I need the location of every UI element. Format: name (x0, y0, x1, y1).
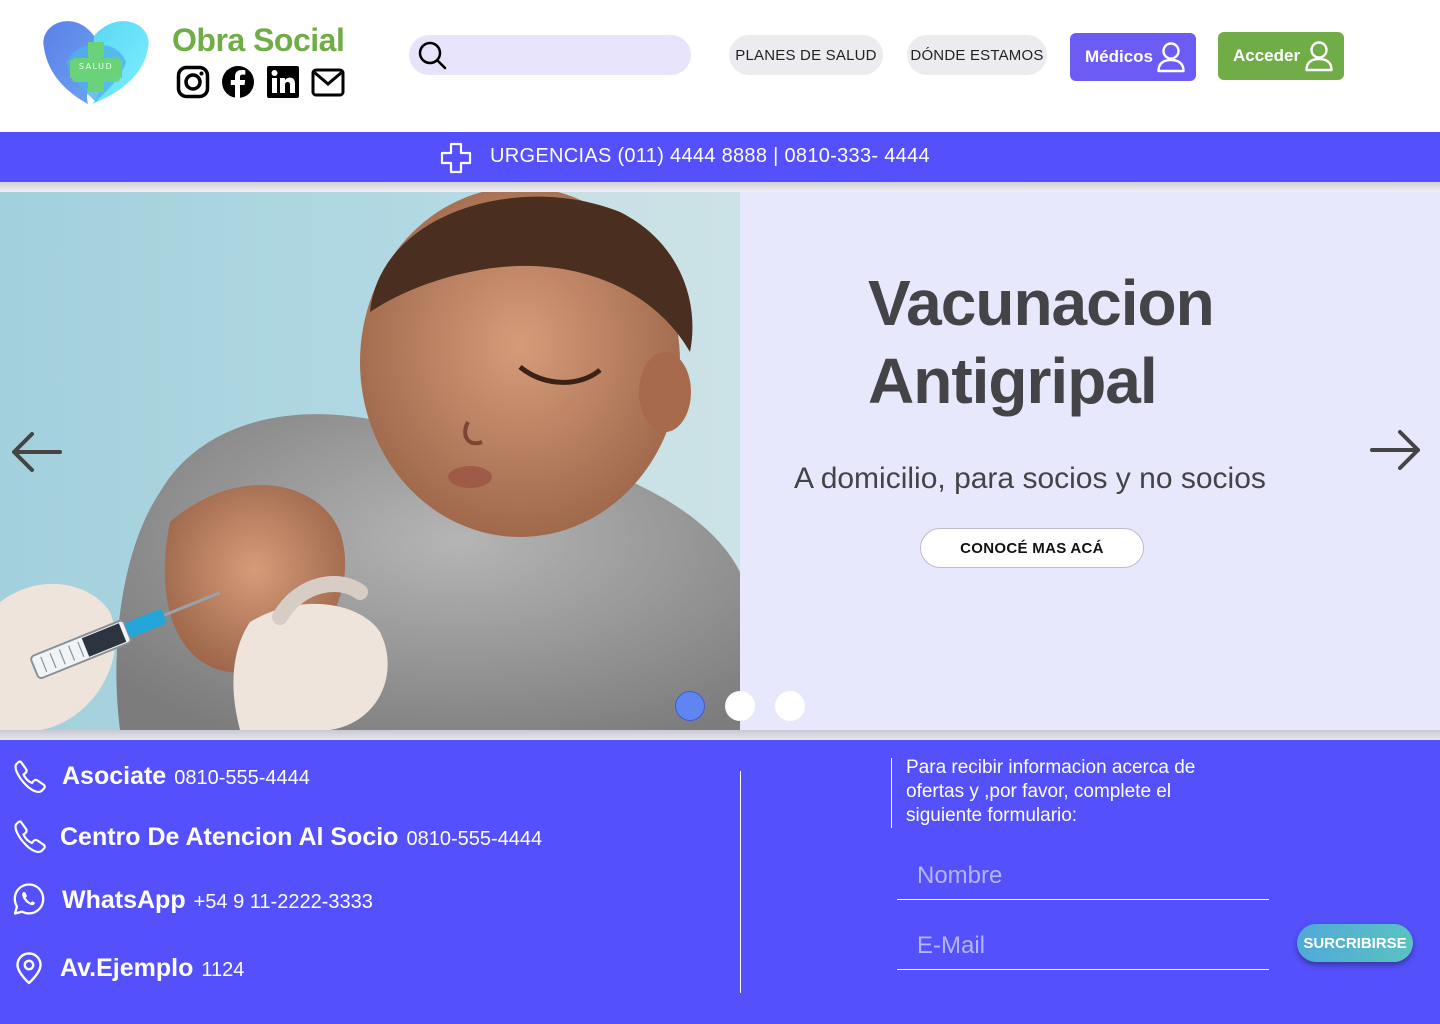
hero-title-line1: Vacunacion (868, 267, 1215, 339)
contact-address[interactable]: Av.Ejemplo 1124 (60, 954, 244, 983)
contact-value: +54 9 11-2222-3333 (193, 891, 373, 913)
user-icon (1305, 41, 1333, 72)
nav-planes-de-salud[interactable]: PLANES DE SALUD (729, 35, 883, 75)
carousel-prev-arrow-icon[interactable] (8, 427, 64, 477)
instagram-icon (176, 65, 210, 99)
nav-donde-estamos[interactable]: DÓNDE ESTAMOS (907, 35, 1047, 75)
mail-icon (311, 68, 345, 97)
footer-divider (740, 771, 741, 993)
medicos-button[interactable]: Médicos (1070, 33, 1196, 81)
newsletter-divider (891, 758, 892, 828)
contact-asociate[interactable]: Asociate 0810-555-4444 (62, 762, 310, 791)
carousel-dot-2[interactable] (725, 691, 755, 721)
search-bar (409, 35, 691, 75)
subscribe-button[interactable]: SURCRIBIRSE (1297, 924, 1413, 962)
hero-image-baby-vaccination (0, 192, 740, 730)
hero-photo-illustration (0, 192, 740, 730)
logo-text: SALUD (78, 62, 114, 71)
newsletter-text: Para recibir informacion acerca de ofert… (906, 757, 1196, 826)
phone-icon (14, 760, 46, 793)
carousel-dot-1[interactable] (675, 691, 705, 721)
email-field[interactable] (897, 922, 1269, 970)
contact-label: Asociate (62, 762, 167, 790)
hero-carousel: Vacunacion Antigripal A domicilio, para … (0, 192, 1440, 730)
phone-icon (14, 820, 46, 853)
contact-value: 0810-555-4444 (406, 828, 543, 850)
contact-centro-atencion[interactable]: Centro De Atencion Al Socio 0810-555-444… (60, 823, 542, 852)
contact-label: WhatsApp (62, 886, 186, 914)
divider-shadow (0, 730, 1440, 740)
email-link[interactable] (311, 65, 345, 99)
carousel-dot-3[interactable] (775, 691, 805, 721)
instagram-link[interactable] (176, 65, 210, 99)
hero-subtitle: A domicilio, para socios y no socios (794, 462, 1266, 495)
social-links (176, 65, 345, 99)
hero-title-line2: Antigripal (868, 345, 1158, 417)
linkedin-icon (267, 66, 299, 98)
search-icon[interactable] (417, 40, 447, 70)
linkedin-link[interactable] (266, 65, 300, 99)
brand-name[interactable]: Obra Social (172, 22, 345, 59)
facebook-link[interactable] (221, 65, 255, 99)
location-pin-icon (16, 952, 42, 985)
name-field[interactable] (897, 852, 1269, 900)
heart-logo-icon (43, 21, 149, 105)
medical-cross-icon (440, 142, 472, 174)
footer: Asociate 0810-555-4444 Centro De Atencio… (0, 740, 1440, 1024)
acceder-label: Acceder (1233, 46, 1301, 65)
hero-cta-button[interactable]: CONOCÉ MAS ACÁ (920, 528, 1144, 568)
hero-title: Vacunacion Antigripal (868, 264, 1215, 420)
search-input[interactable] (455, 35, 683, 75)
contact-value: 1124 (201, 959, 245, 981)
carousel-next-arrow-icon[interactable] (1368, 425, 1424, 475)
acceder-button[interactable]: Acceder (1218, 32, 1344, 80)
facebook-icon (222, 66, 254, 99)
urgency-bar: URGENCIAS (011) 4444 8888 | 0810-333- 44… (0, 132, 1440, 182)
urgency-text: URGENCIAS (011) 4444 8888 | 0810-333- 44… (490, 145, 930, 167)
brand-logo[interactable]: SALUD (36, 12, 156, 106)
contact-label: Centro De Atencion Al Socio (60, 823, 399, 851)
medicos-label: Médicos (1085, 47, 1154, 66)
divider-shadow (0, 182, 1440, 192)
user-icon (1157, 42, 1185, 73)
contact-value: 0810-555-4444 (174, 767, 310, 789)
whatsapp-icon (13, 883, 45, 915)
contact-whatsapp[interactable]: WhatsApp +54 9 11-2222-3333 (62, 886, 373, 915)
site-header: SALUD Obra Social PLANES DE SALUD DÓNDE … (0, 0, 1440, 132)
contact-label: Av.Ejemplo (60, 954, 194, 982)
